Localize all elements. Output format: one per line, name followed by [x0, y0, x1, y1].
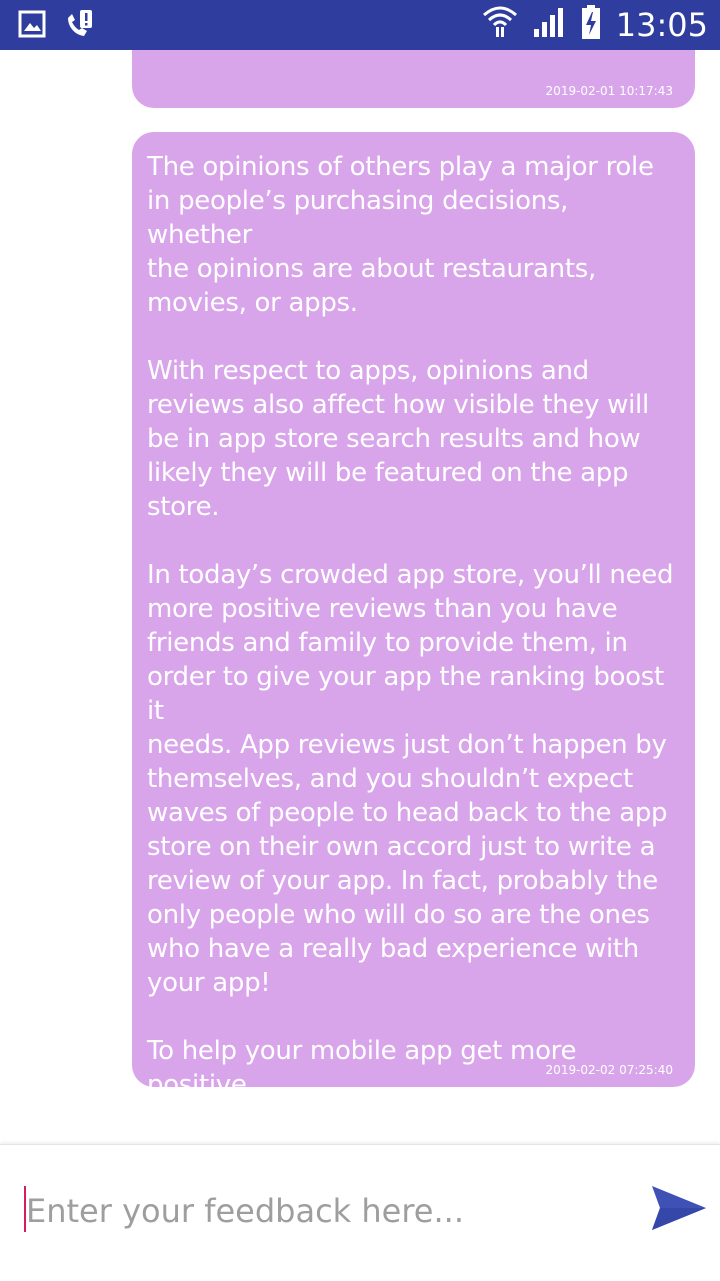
message-timestamp: 2019-02-02 07:25:40: [545, 1063, 673, 1077]
message-bubble[interactable]: 2019-02-01 10:17:43: [132, 50, 695, 108]
message-timestamp: 2019-02-01 10:17:43: [545, 84, 673, 98]
gallery-icon: [18, 10, 46, 43]
chat-message-list[interactable]: 2019-02-01 10:17:43 The opinions of othe…: [0, 50, 720, 1144]
feedback-input[interactable]: [24, 1187, 616, 1235]
wifi-icon: [482, 5, 518, 44]
status-bar-clock: 13:05: [615, 5, 708, 44]
battery-charging-icon: [580, 4, 602, 45]
call-alert-icon: [64, 9, 94, 44]
send-icon: [652, 1186, 706, 1230]
status-bar: 13:05: [0, 0, 720, 50]
message-text: The opinions of others play a major role…: [147, 152, 674, 1144]
message-bubble[interactable]: The opinions of others play a major role…: [132, 132, 695, 1144]
signal-icon: [532, 5, 566, 44]
text-cursor: [24, 1186, 26, 1232]
feedback-input-bar: [0, 1144, 720, 1281]
send-button[interactable]: [646, 1180, 710, 1236]
